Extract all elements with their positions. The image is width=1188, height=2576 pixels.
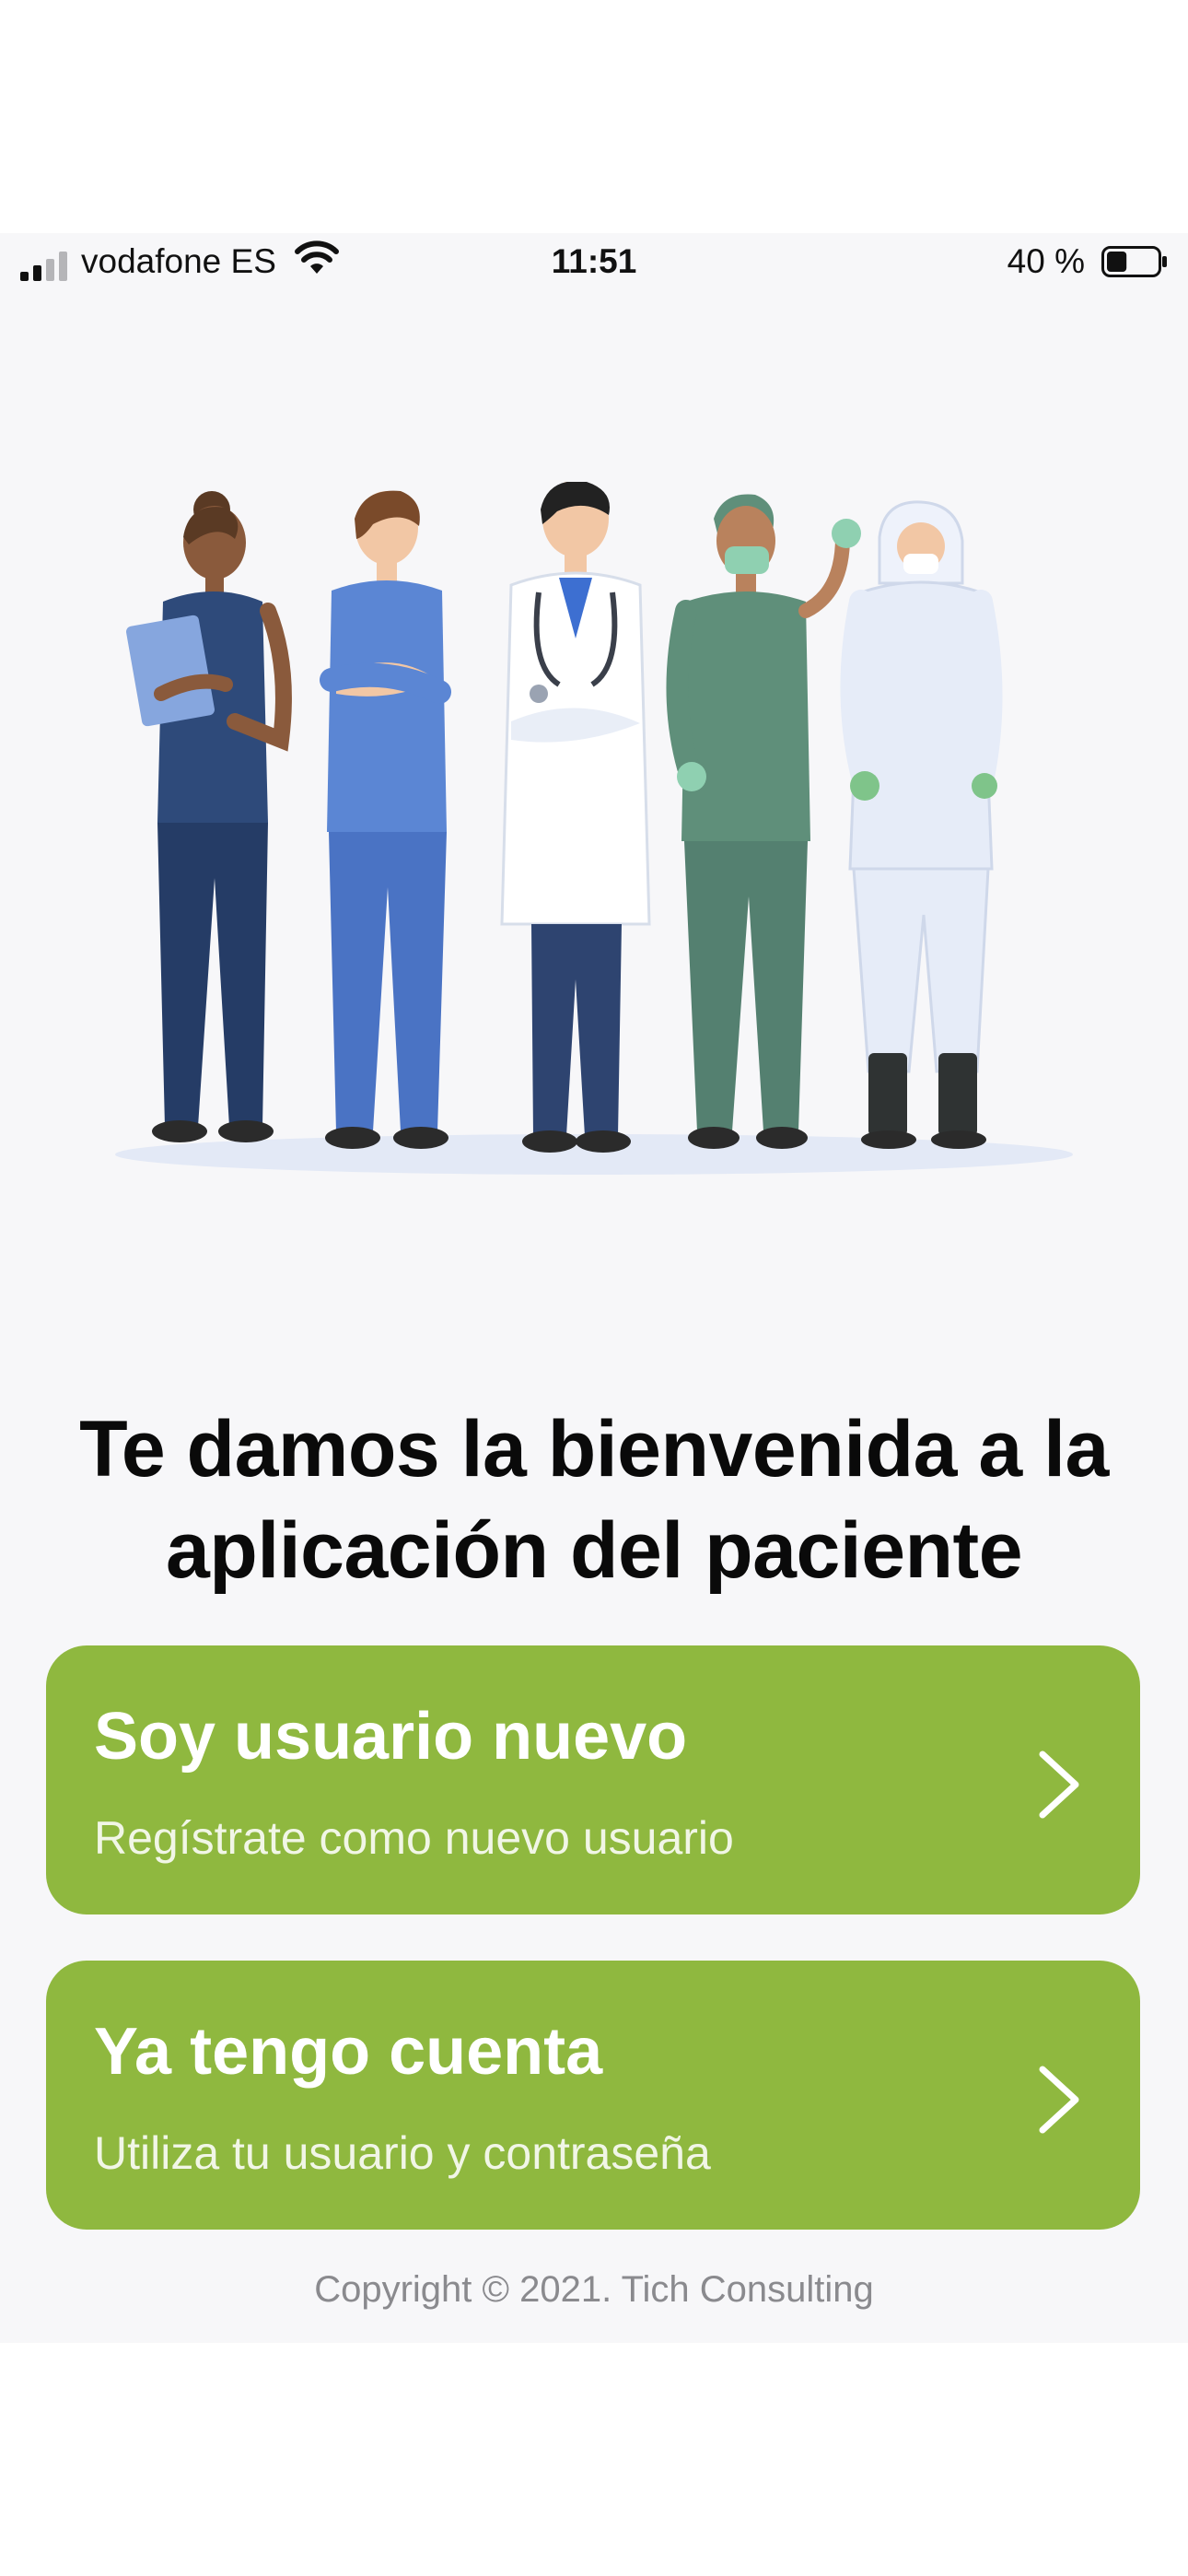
- protective-suit-figure: [840, 500, 1003, 1149]
- battery-percentage: 40 %: [1007, 242, 1085, 280]
- new-user-title: Soy usuario nuevo: [94, 1700, 688, 1774]
- welcome-title-line-2: aplicación del paciente: [165, 1506, 1023, 1595]
- battery-icon: [1101, 246, 1167, 277]
- copyright-text: Copyright © 2021. Tich Consulting: [314, 2269, 874, 2310]
- new-user-button[interactable]: Soy usuario nuevo Regístrate como nuevo …: [46, 1645, 1140, 1914]
- welcome-title: Te damos la bienvenida a la aplicación d…: [28, 1399, 1160, 1601]
- new-user-subtitle: Regístrate como nuevo usuario: [94, 1812, 734, 1864]
- nurse-figure: [126, 491, 292, 1142]
- status-bar: vodafone ES 11:51 40 %: [0, 233, 1188, 293]
- welcome-title-line-1: Te damos la bienvenida a la: [79, 1405, 1109, 1493]
- doctor-figure: [500, 482, 651, 1153]
- healthcare-staff-illustration: [115, 482, 1073, 1175]
- existing-account-button[interactable]: Ya tengo cuenta Utiliza tu usuario y con…: [46, 1961, 1140, 2230]
- app-screen: vodafone ES 11:51 40 % Te damos la bienv…: [0, 233, 1188, 2343]
- male-nurse-figure: [320, 490, 451, 1149]
- chevron-right-icon: [1039, 2066, 1079, 2134]
- existing-account-title: Ya tengo cuenta: [94, 2015, 603, 2089]
- existing-account-subtitle: Utiliza tu usuario y contraseña: [94, 2127, 711, 2179]
- chevron-right-icon: [1039, 1751, 1079, 1819]
- surgeon-figure: [666, 494, 861, 1149]
